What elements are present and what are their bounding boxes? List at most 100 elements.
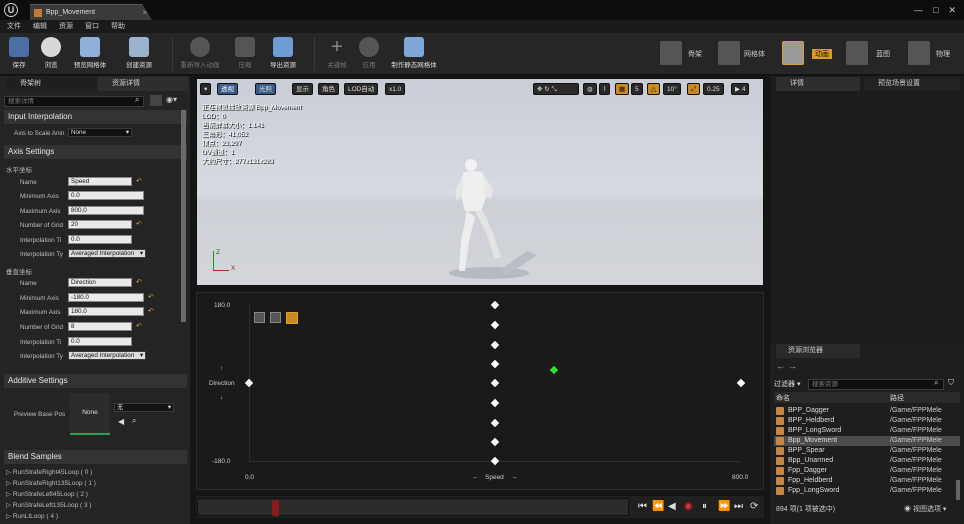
axis-to-scale-select[interactable]: None ▾ — [68, 128, 132, 137]
step-forward-icon[interactable]: ⏩ — [718, 501, 730, 513]
content-browser-tab[interactable]: 资源浏览器 — [776, 344, 860, 358]
menu-edit[interactable]: 编辑 — [33, 20, 47, 33]
details-search-input[interactable]: 搜索详情 — [4, 96, 144, 107]
camera-speed-button[interactable]: ▶ 4 — [731, 83, 750, 95]
rotation-snap-icon[interactable]: △ — [647, 83, 660, 95]
tab-skeleton-tree[interactable]: 骨架树 — [6, 77, 96, 91]
surface-snap-icon[interactable]: ⌇ — [599, 83, 611, 95]
tab-asset-details[interactable]: 资源详情 — [98, 77, 188, 91]
skeleton-mode-icon[interactable] — [660, 41, 682, 65]
character-mannequin[interactable] — [447, 155, 537, 285]
scale-snap-value[interactable]: 0.25 — [703, 83, 724, 95]
transform-tools[interactable]: ✥ ↻ ⤡ — [533, 83, 579, 95]
mesh-mode-label[interactable]: 网格体 — [744, 49, 765, 59]
export-asset-button[interactable]: 导出资源 — [264, 35, 302, 73]
section-input-interpolation[interactable]: Input Interpolation — [4, 110, 187, 124]
reset-icon[interactable]: ↶ — [136, 177, 142, 185]
browse-button[interactable]: 浏览 — [34, 35, 68, 73]
filter-button[interactable]: 过滤器 ▾ — [774, 379, 800, 389]
menu-help[interactable]: 帮助 — [111, 20, 125, 33]
step-back-icon[interactable]: ⏪ — [652, 501, 664, 513]
reset-icon[interactable]: ↶ — [148, 307, 154, 315]
animation-mode-icon[interactable] — [782, 41, 804, 65]
column-name[interactable]: 命名 — [776, 393, 790, 403]
v-min-field[interactable]: -180.0 — [68, 293, 144, 302]
table-row-selected[interactable]: Bpp_Movement/Game/FPPMele — [774, 436, 960, 446]
h-grid-stepper[interactable]: 20 — [68, 220, 132, 229]
lit-button[interactable]: 光照 — [255, 83, 276, 95]
v-grid-stepper[interactable]: 8 — [68, 322, 132, 331]
list-item[interactable]: ▷ RunStrafeLeft45Loop ( 2 ) — [6, 490, 88, 498]
section-additive-settings[interactable]: Additive Settings — [4, 374, 187, 388]
list-item[interactable]: ▷ RunStrafeRight45Loop ( 0 ) — [6, 468, 92, 476]
playback-speed-button[interactable]: x1.0 — [385, 83, 406, 95]
rotation-snap-value[interactable]: 10° — [663, 83, 681, 95]
grid-snap-icon[interactable]: ▦ — [615, 83, 630, 95]
blueprint-mode-icon[interactable] — [846, 41, 868, 65]
v-name-field[interactable]: Direction — [68, 278, 132, 287]
show-button[interactable]: 显示 — [292, 83, 313, 95]
record-icon[interactable]: ◉ — [684, 501, 693, 513]
reset-icon[interactable]: ↶ — [136, 220, 142, 228]
mesh-mode-icon[interactable] — [718, 41, 740, 65]
document-tab[interactable]: Bpp_Movement ✕ — [30, 4, 152, 20]
perspective-button[interactable]: 透视 — [217, 83, 238, 95]
menu-window[interactable]: 窗口 — [85, 20, 99, 33]
table-row[interactable]: BPP_LongSword/Game/FPPMele — [774, 426, 960, 436]
reset-icon[interactable]: ↶ — [136, 278, 142, 286]
viewport-menu-button[interactable]: ▾ — [200, 83, 212, 95]
section-blend-samples[interactable]: Blend Samples — [4, 450, 187, 464]
reset-icon[interactable]: ↶ — [136, 322, 142, 330]
v-interp-type-select[interactable]: Averaged Interpolation ▾ — [68, 351, 146, 360]
loop-icon[interactable]: ⟳ — [750, 501, 758, 513]
close-window-button[interactable]: ✕ — [948, 5, 956, 16]
apply-button[interactable]: 应用 — [352, 35, 386, 73]
h-interp-type-select[interactable]: Averaged Interpolation ▾ — [68, 249, 146, 258]
h-interp-time-field[interactable]: 0.0 — [68, 235, 132, 244]
smoothing-toggle-icon[interactable] — [286, 312, 298, 324]
table-row[interactable]: BPP_Spear/Game/FPPMele — [774, 446, 960, 456]
triangulation-toggle-icon[interactable] — [254, 312, 265, 323]
forward-arrow-icon[interactable]: → — [788, 361, 797, 371]
scale-snap-icon[interactable]: ⤢ — [687, 83, 701, 95]
table-row[interactable]: Fpp_Dagger/Game/FPPMele — [774, 466, 960, 476]
arrow-left-icon[interactable]: ◀ — [118, 417, 124, 426]
play-reverse-icon[interactable]: ◀ — [668, 501, 676, 513]
world-local-icon[interactable]: ◍ — [583, 83, 597, 95]
v-max-field[interactable]: 180.0 — [68, 307, 144, 316]
asset-search-input[interactable]: 搜索资源 — [808, 379, 944, 390]
view-options-button[interactable]: ◉ 视图选项 ▾ — [904, 504, 946, 514]
tab-details[interactable]: 详情 — [776, 77, 860, 91]
v-interp-time-field[interactable]: 0.0 — [68, 337, 132, 346]
pause-icon[interactable]: ⏸ — [702, 501, 707, 513]
keyframe-button[interactable]: + 关键帧 — [320, 35, 354, 73]
physics-mode-label[interactable]: 物理 — [936, 49, 950, 59]
table-row[interactable]: Fpp_Heldberd/Game/FPPMele — [774, 476, 960, 486]
preview-mesh-button[interactable]: 预览网格体 — [70, 35, 110, 73]
reset-icon[interactable]: ↶ — [148, 293, 154, 301]
back-arrow-icon[interactable]: ← — [776, 361, 785, 371]
menu-file[interactable]: 文件 — [7, 20, 21, 33]
column-path[interactable]: 路径 — [890, 393, 904, 403]
table-row[interactable]: BPP_Heldberd/Game/FPPMele — [774, 416, 960, 426]
content-browser-scrollbar[interactable] — [956, 480, 960, 500]
animation-mode-label[interactable]: 动画 — [812, 49, 832, 59]
grid-view-icon[interactable] — [150, 95, 162, 106]
skip-to-end-icon[interactable]: ⏭ — [734, 501, 743, 513]
grid-size-value[interactable]: 5 — [631, 83, 643, 95]
list-item[interactable]: ▷ RunStrafeRight135Loop ( 1 ) — [6, 479, 96, 487]
table-row[interactable]: BPP_Dagger/Game/FPPMele — [774, 406, 960, 416]
skip-to-start-icon[interactable]: ⏮ — [638, 501, 647, 513]
save-button[interactable]: 保存 — [2, 35, 36, 73]
eye-icon[interactable]: ◉▾ — [166, 95, 177, 104]
preview-base-pose-thumbnail[interactable]: None — [70, 393, 110, 435]
blueprint-mode-label[interactable]: 蓝图 — [876, 49, 890, 59]
create-asset-button[interactable]: 创建资源 — [120, 35, 158, 73]
h-name-field[interactable]: Speed — [68, 177, 132, 186]
list-item[interactable]: ▷ RunLtLoop ( 4 ) — [6, 512, 58, 520]
menu-asset[interactable]: 资源 — [59, 20, 73, 33]
lock-icon[interactable]: ⛉ — [948, 378, 954, 388]
table-row[interactable]: Fpp_LongSword/Game/FPPMele — [774, 486, 960, 496]
table-row[interactable]: Bpp_Unarmed/Game/FPPMele — [774, 456, 960, 466]
list-item[interactable]: ▷ RunStrafeLeft135Loop ( 3 ) — [6, 501, 92, 509]
